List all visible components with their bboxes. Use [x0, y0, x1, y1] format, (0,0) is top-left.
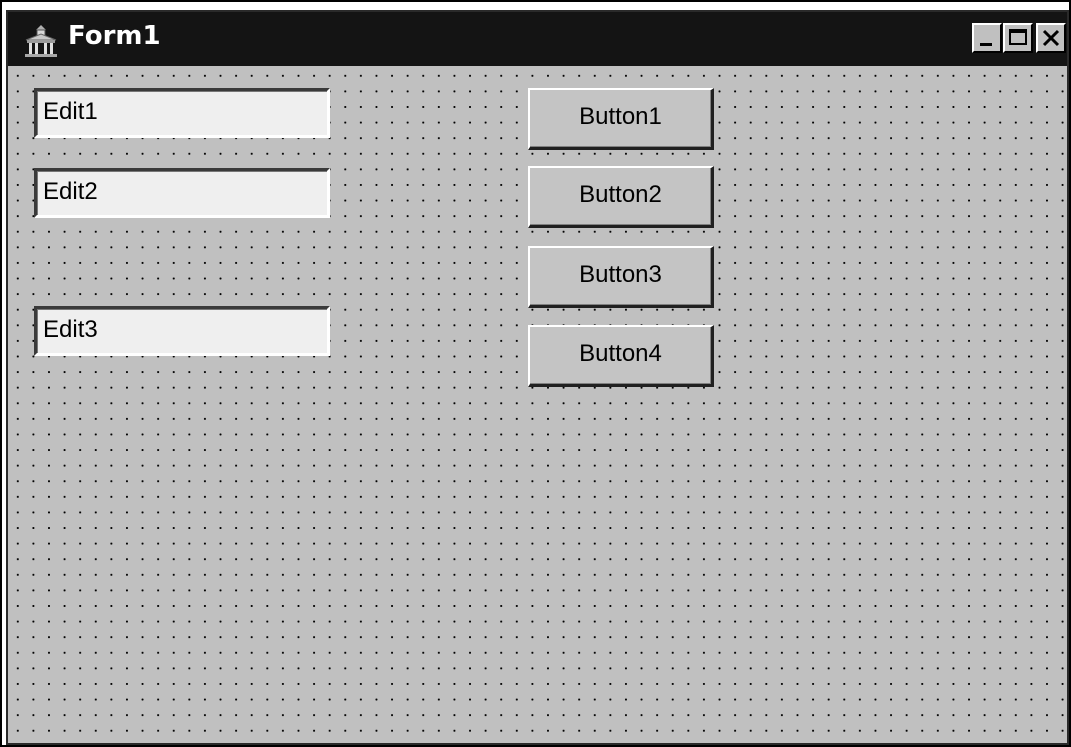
button4-label: Button4 [579, 340, 662, 367]
title-bar[interactable]: Form1 [8, 12, 1067, 66]
close-icon [1042, 29, 1060, 47]
button4[interactable]: Button4 [528, 325, 714, 387]
form-frame: Form1 Edit1 Edit2 Edit3 Button1 Button2 … [6, 10, 1069, 745]
maximize-button[interactable] [1003, 23, 1033, 53]
delphi-temple-icon[interactable] [22, 24, 60, 58]
edit1-field[interactable]: Edit1 [34, 88, 330, 138]
edit3-text: Edit3 [43, 316, 98, 343]
minimize-icon [980, 43, 992, 46]
button1-label: Button1 [579, 103, 662, 130]
form-client-area: Edit1 Edit2 Edit3 Button1 Button2 Button… [8, 66, 1067, 743]
button3[interactable]: Button3 [528, 246, 714, 308]
form-window: Form1 Edit1 Edit2 Edit3 Button1 Button2 … [0, 0, 1071, 747]
edit2-field[interactable]: Edit2 [34, 168, 330, 218]
button1[interactable]: Button1 [528, 88, 714, 150]
minimize-button[interactable] [972, 23, 1002, 53]
edit3-field[interactable]: Edit3 [34, 306, 330, 356]
window-title: Form1 [68, 21, 161, 51]
button2-label: Button2 [579, 181, 662, 208]
maximize-icon [1009, 29, 1027, 45]
button3-label: Button3 [579, 261, 662, 288]
edit2-text: Edit2 [43, 178, 98, 205]
close-button[interactable] [1036, 23, 1066, 53]
edit1-text: Edit1 [43, 98, 98, 125]
button2[interactable]: Button2 [528, 166, 714, 228]
